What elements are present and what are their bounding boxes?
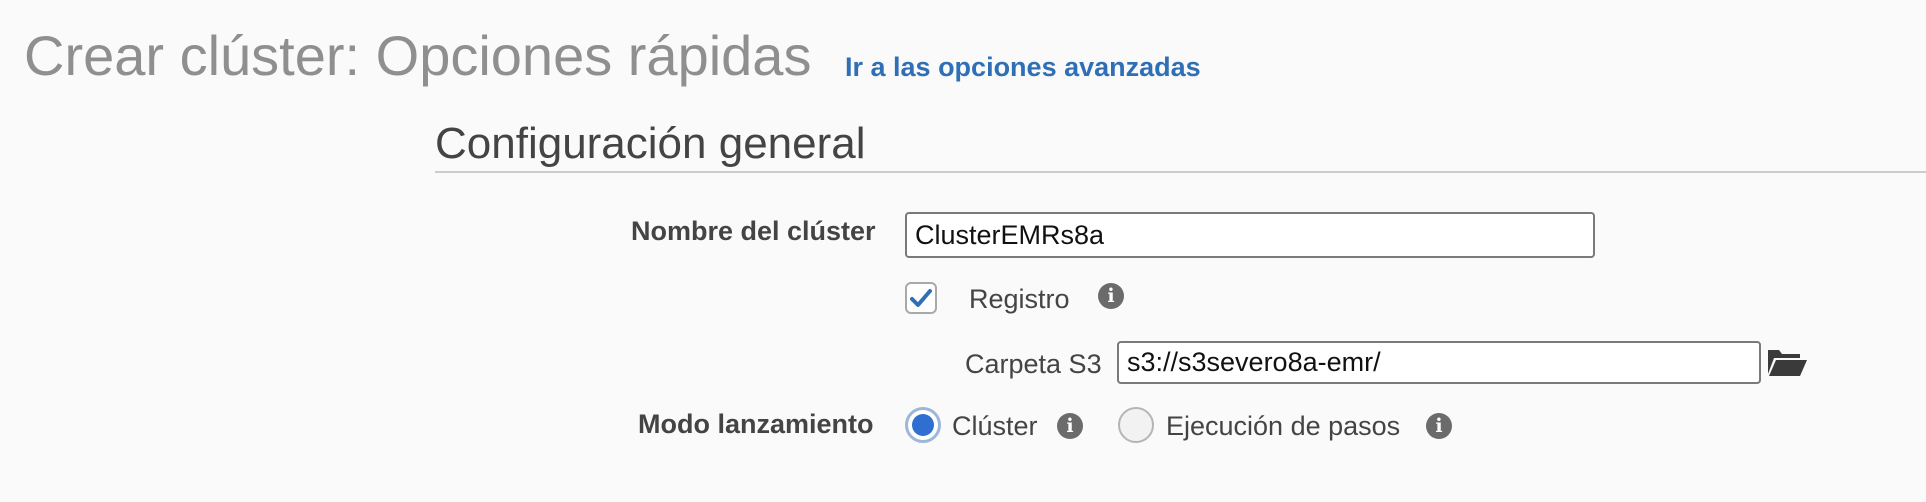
launch-mode-cluster-radio[interactable] xyxy=(905,407,941,443)
advanced-options-link[interactable]: Ir a las opciones avanzadas xyxy=(845,50,1201,84)
cluster-name-input[interactable] xyxy=(905,212,1595,258)
step-execution-info-icon[interactable]: i xyxy=(1426,413,1452,439)
folder-open-icon[interactable] xyxy=(1766,346,1808,378)
launch-mode-step-execution-radio[interactable] xyxy=(1118,407,1154,443)
section-divider xyxy=(435,171,1926,173)
launch-mode-cluster-label[interactable]: Clúster xyxy=(952,409,1038,443)
logging-info-icon[interactable]: i xyxy=(1098,283,1124,309)
s3-folder-input[interactable] xyxy=(1117,341,1761,384)
s3-folder-label: Carpeta S3 xyxy=(965,349,1102,379)
launch-mode-step-execution-label[interactable]: Ejecución de pasos xyxy=(1166,409,1400,443)
page-title: Crear clúster: Opciones rápidas xyxy=(24,24,812,87)
cluster-name-label: Nombre del clúster xyxy=(631,216,876,246)
cluster-info-icon[interactable]: i xyxy=(1057,413,1083,439)
launch-mode-label: Modo lanzamiento xyxy=(638,409,874,439)
logging-label: Registro xyxy=(969,284,1070,314)
checkmark-icon xyxy=(910,289,932,307)
logging-checkbox[interactable] xyxy=(905,282,937,314)
section-title-general-config: Configuración general xyxy=(435,119,866,168)
